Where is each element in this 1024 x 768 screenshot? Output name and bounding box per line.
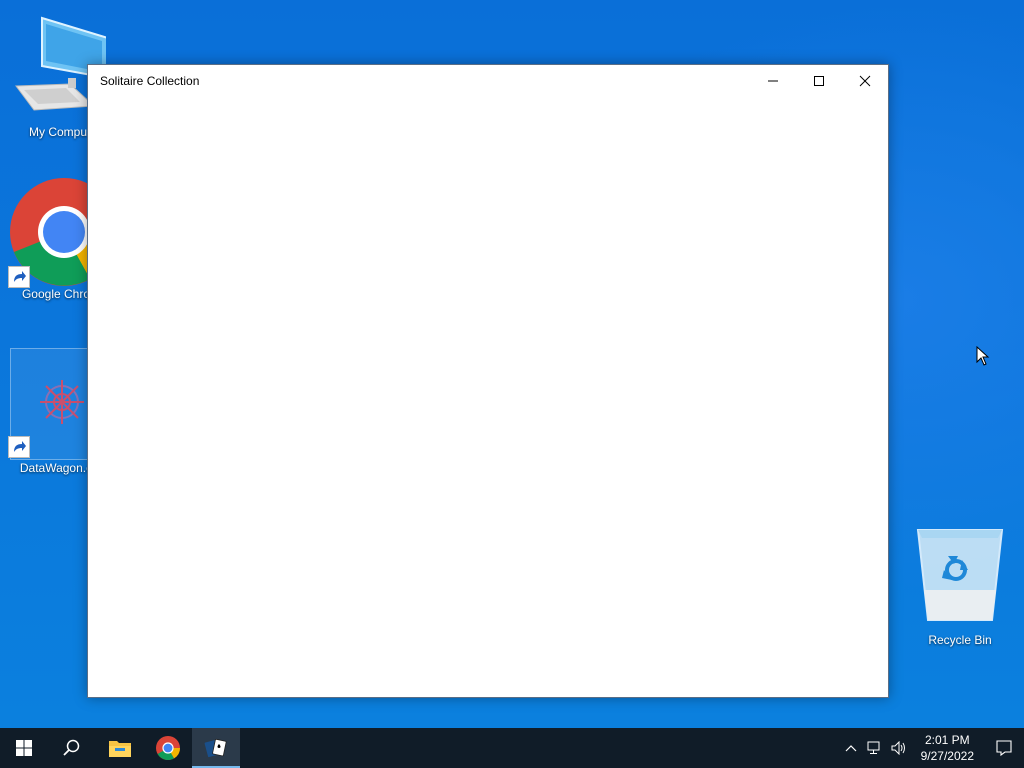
- chevron-up-icon: [845, 745, 857, 752]
- chrome-taskbar-button[interactable]: [144, 728, 192, 768]
- start-icon: [16, 740, 32, 756]
- shortcut-arrow-icon: [8, 266, 30, 288]
- volume-button[interactable]: [887, 728, 911, 768]
- network-icon: [867, 741, 880, 754]
- action-center-button[interactable]: [984, 728, 1024, 768]
- taskbar-clock[interactable]: 2:01 PM 9/27/2022: [911, 732, 984, 764]
- file-explorer-button[interactable]: [96, 728, 144, 768]
- network-button[interactable]: [863, 728, 887, 768]
- mouse-cursor-icon: [976, 346, 990, 366]
- start-button[interactable]: [0, 728, 48, 768]
- window-content[interactable]: [88, 97, 888, 697]
- minimize-icon: [768, 80, 778, 82]
- maximize-button[interactable]: [796, 65, 842, 97]
- recycle-bin-icon: [916, 529, 1004, 621]
- solitaire-icon: [204, 738, 227, 758]
- close-icon: [859, 75, 871, 87]
- chrome-icon: [156, 736, 180, 760]
- clock-date: 9/27/2022: [920, 749, 974, 763]
- system-tray: 2:01 PM 9/27/2022: [839, 728, 1024, 768]
- volume-icon: [891, 741, 905, 755]
- notification-icon: [996, 740, 1012, 756]
- show-hidden-icons-button[interactable]: [839, 728, 863, 768]
- taskbar: 2:01 PM 9/27/2022: [0, 728, 1024, 768]
- file-explorer-icon: [109, 741, 131, 757]
- desktop-icon-recycle-bin[interactable]: Recycle Bin: [912, 520, 1008, 647]
- shortcut-arrow-icon: [8, 436, 30, 458]
- search-button[interactable]: [48, 728, 96, 768]
- window-titlebar[interactable]: Solitaire Collection: [88, 65, 888, 97]
- minimize-button[interactable]: [750, 65, 796, 97]
- window-title: Solitaire Collection: [100, 74, 200, 88]
- maximize-icon: [814, 76, 824, 86]
- close-button[interactable]: [842, 65, 888, 97]
- solitaire-window[interactable]: Solitaire Collection: [87, 64, 889, 698]
- search-icon: [63, 739, 80, 756]
- desktop[interactable]: My Compu Google Chro DataWagon.c Recycle…: [0, 0, 1024, 728]
- solitaire-taskbar-button[interactable]: [192, 728, 240, 768]
- clock-time: 2:01 PM: [924, 733, 970, 747]
- desktop-icon-label: Recycle Bin: [928, 633, 992, 647]
